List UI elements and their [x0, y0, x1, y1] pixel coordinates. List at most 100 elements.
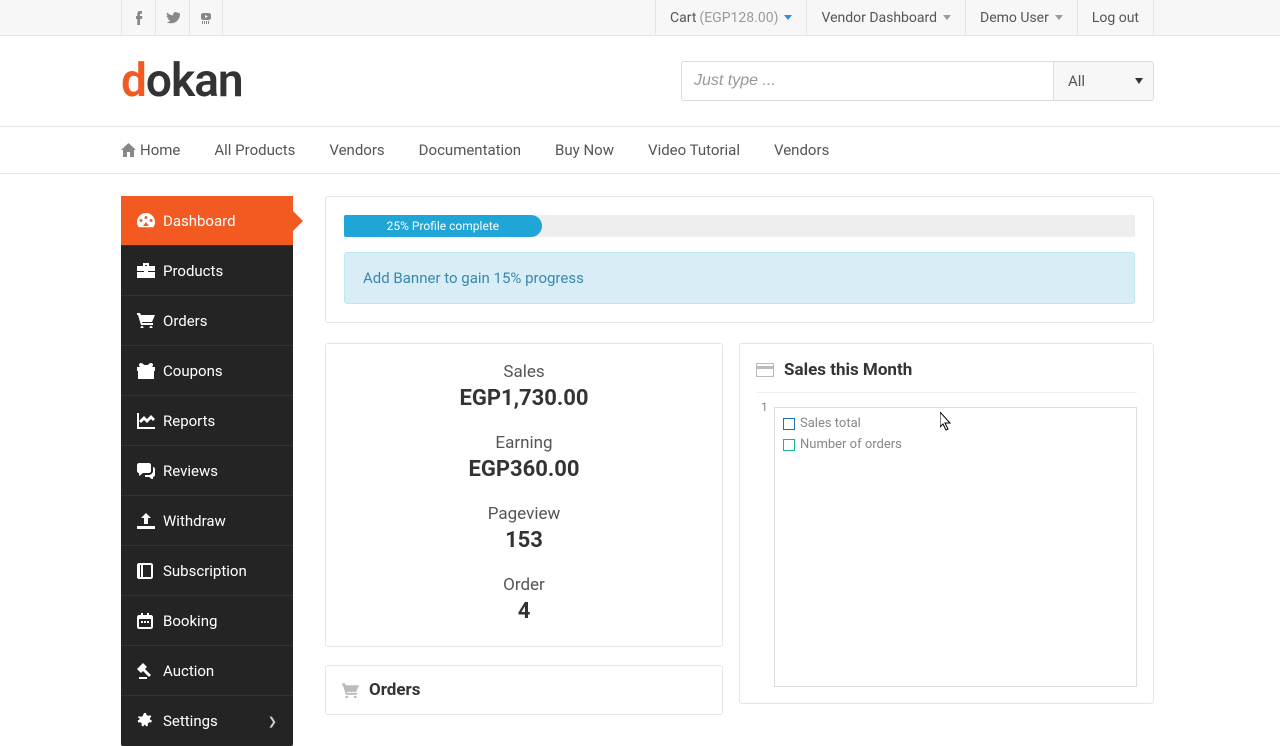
upload-icon	[137, 513, 163, 529]
stat-value: EGP1,730.00	[326, 386, 722, 411]
sidebar-item-reports[interactable]: Reports	[121, 396, 293, 446]
sidebar-item-label: Dashboard	[163, 212, 236, 230]
gear-icon	[137, 713, 163, 729]
banner-hint-text: Add Banner to gain 15% progress	[363, 269, 584, 287]
stat-label: Earning	[326, 433, 722, 453]
sidebar-item-settings[interactable]: Settings ❯	[121, 696, 293, 746]
book-icon	[137, 563, 163, 579]
sidebar-item-label: Subscription	[163, 562, 247, 580]
nav-all-products[interactable]: All Products	[197, 127, 312, 173]
cart-amount: (EGP128.00)	[699, 10, 778, 26]
sidebar-item-label: Products	[163, 262, 223, 280]
stat-pageview: Pageview 153	[326, 504, 722, 553]
stat-label: Pageview	[326, 504, 722, 524]
briefcase-icon	[137, 263, 163, 278]
y-axis-tick: 1	[761, 400, 768, 414]
orders-card: Orders	[325, 665, 723, 715]
youtube-icon[interactable]	[189, 0, 223, 35]
nav-video-tutorial[interactable]: Video Tutorial	[631, 127, 757, 173]
cart-label: Cart	[670, 10, 696, 26]
logo-prefix: d	[121, 54, 146, 108]
main: 25% Profile complete Add Banner to gain …	[325, 196, 1154, 715]
sidebar-item-label: Auction	[163, 662, 214, 680]
sidebar-item-label: Booking	[163, 612, 217, 630]
sidebar-item-label: Reviews	[163, 462, 218, 480]
stat-value: 4	[326, 599, 722, 624]
cursor-icon	[940, 412, 954, 432]
gift-icon	[137, 363, 163, 379]
sidebar: Dashboard Products Orders Coupons Report…	[121, 196, 293, 746]
chevron-right-icon: ❯	[268, 715, 277, 728]
chevron-down-icon	[784, 15, 792, 20]
legend-item-orders[interactable]: Number of orders	[783, 437, 902, 452]
sidebar-item-coupons[interactable]: Coupons	[121, 346, 293, 396]
nav-home[interactable]: Home	[121, 127, 197, 173]
logout-link[interactable]: Log out	[1077, 0, 1154, 35]
stat-sales: Sales EGP1,730.00	[326, 362, 722, 411]
sidebar-item-label: Reports	[163, 412, 215, 430]
chart-legend: Sales total Number of orders	[783, 416, 902, 458]
sidebar-item-label: Withdraw	[163, 512, 226, 530]
logo[interactable]: dokan	[121, 54, 243, 108]
topbar-right: Cart (EGP128.00) Vendor Dashboard Demo U…	[655, 0, 1280, 35]
search-input[interactable]	[681, 61, 1054, 101]
progress-text: 25% Profile complete	[387, 219, 499, 233]
nav-vendors[interactable]: Vendors	[312, 127, 401, 173]
chevron-down-icon	[1055, 15, 1063, 20]
comments-icon	[137, 463, 163, 479]
legend-label: Number of orders	[800, 437, 902, 452]
sidebar-item-booking[interactable]: Booking	[121, 596, 293, 646]
nav-buy-now[interactable]: Buy Now	[538, 127, 631, 173]
sidebar-item-label: Settings	[163, 712, 218, 730]
legend-swatch	[783, 418, 795, 430]
chart-body: 1 Sales total Number of orders	[774, 407, 1137, 687]
orders-title: Orders	[369, 680, 421, 700]
vendor-dashboard-label: Vendor Dashboard	[821, 10, 937, 26]
cart-icon	[342, 683, 359, 698]
vendor-dashboard-link[interactable]: Vendor Dashboard	[806, 0, 965, 35]
nav-home-label: Home	[140, 141, 180, 159]
calendar-icon	[137, 613, 163, 629]
cart-link[interactable]: Cart (EGP128.00)	[655, 0, 806, 35]
profile-card: 25% Profile complete Add Banner to gain …	[325, 196, 1154, 323]
facebook-icon[interactable]	[121, 0, 155, 35]
left-col: Sales EGP1,730.00 Earning EGP360.00 Page…	[325, 343, 723, 715]
sidebar-item-reviews[interactable]: Reviews	[121, 446, 293, 496]
topbar: Cart (EGP128.00) Vendor Dashboard Demo U…	[0, 0, 1280, 36]
stat-label: Sales	[326, 362, 722, 382]
stats-card: Sales EGP1,730.00 Earning EGP360.00 Page…	[325, 343, 723, 647]
nav-vendors-2[interactable]: Vendors	[757, 127, 846, 173]
logout-label: Log out	[1092, 10, 1139, 26]
twitter-icon[interactable]	[155, 0, 189, 35]
chart-card: Sales this Month 1 Sales total Number of…	[739, 343, 1154, 704]
right-col: Sales this Month 1 Sales total Number of…	[739, 343, 1154, 704]
chart-icon	[137, 413, 163, 429]
dashboard-icon	[137, 213, 163, 229]
header: dokan All	[0, 36, 1280, 126]
legend-item-sales[interactable]: Sales total	[783, 416, 902, 431]
sidebar-item-orders[interactable]: Orders	[121, 296, 293, 346]
sidebar-item-products[interactable]: Products	[121, 246, 293, 296]
search-wrap: All	[681, 61, 1154, 101]
category-select[interactable]: All	[1054, 61, 1154, 101]
navbar: Home All Products Vendors Documentation …	[0, 126, 1280, 174]
sidebar-item-auction[interactable]: Auction	[121, 646, 293, 696]
lower-row: Sales EGP1,730.00 Earning EGP360.00 Page…	[325, 343, 1154, 715]
nav-documentation[interactable]: Documentation	[402, 127, 538, 173]
sidebar-item-withdraw[interactable]: Withdraw	[121, 496, 293, 546]
legend-swatch	[783, 439, 795, 451]
sidebar-item-dashboard[interactable]: Dashboard	[121, 196, 293, 246]
chart-header: Sales this Month	[756, 360, 1137, 393]
banner-hint[interactable]: Add Banner to gain 15% progress	[344, 252, 1135, 304]
sidebar-item-subscription[interactable]: Subscription	[121, 546, 293, 596]
category-label: All	[1068, 72, 1085, 90]
chevron-down-icon	[1135, 78, 1143, 84]
stat-value: 153	[326, 528, 722, 553]
sidebar-item-label: Orders	[163, 312, 208, 330]
cart-icon	[137, 313, 163, 328]
home-icon	[121, 143, 136, 157]
demo-user-link[interactable]: Demo User	[965, 0, 1077, 35]
sidebar-item-label: Coupons	[163, 362, 223, 380]
chevron-down-icon	[943, 15, 951, 20]
card-icon	[756, 363, 774, 377]
